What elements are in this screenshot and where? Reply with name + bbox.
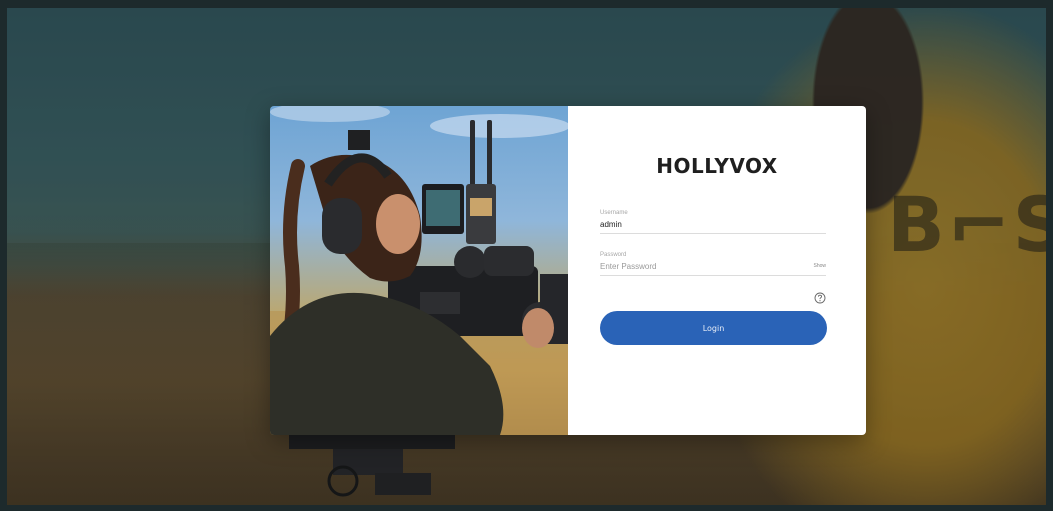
password-label: Password: [600, 252, 627, 258]
username-input[interactable]: [600, 218, 826, 234]
username-field: Username: [600, 210, 826, 234]
login-button[interactable]: Login: [600, 311, 827, 345]
password-input[interactable]: [600, 260, 826, 276]
camera-operator-illustration: [270, 106, 568, 435]
login-dialog: HOLLYVOX Username Password Show Login: [270, 106, 866, 435]
login-form-panel: HOLLYVOX Username Password Show Login: [568, 106, 866, 435]
show-password-toggle[interactable]: Show: [813, 263, 826, 269]
question-circle-icon[interactable]: [814, 292, 826, 304]
hero-photo: [270, 106, 568, 435]
password-field: Password Show: [600, 252, 826, 276]
username-label: Username: [600, 210, 628, 216]
brand-logo: HOLLYVOX: [656, 154, 778, 178]
camera-rig-graphic: [289, 435, 455, 497]
